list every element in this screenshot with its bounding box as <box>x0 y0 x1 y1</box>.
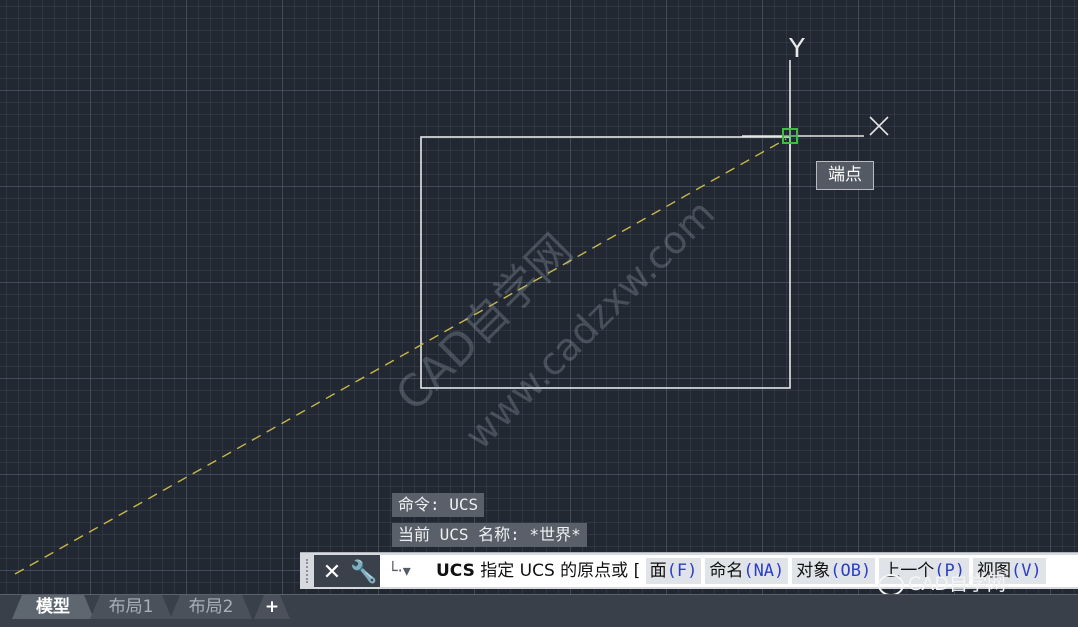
osnap-tooltip: 端点 <box>816 161 874 190</box>
logo-text: CAD自学网 <box>908 573 1006 595</box>
axis-y-label: Y <box>789 34 805 64</box>
close-icon[interactable]: ✕ <box>318 559 346 587</box>
layout-tab[interactable]: 模型 <box>12 595 94 619</box>
layout-tab[interactable]: 布局1 <box>90 595 172 619</box>
add-layout-button[interactable]: + <box>254 595 290 619</box>
endpoint-snap-marker <box>782 128 798 144</box>
rectangle-object[interactable] <box>420 136 791 389</box>
recent-commands-icon[interactable]: └·▾ <box>388 559 424 583</box>
prompt-text: 指定 UCS 的原点或 [ <box>480 561 641 581</box>
command-option[interactable]: 对象(OB) <box>792 558 876 584</box>
prompt-command: UCS <box>436 561 475 581</box>
command-option[interactable]: 命名(NA) <box>705 558 789 584</box>
chat-bubble-icon <box>878 573 904 596</box>
command-line-tools: ✕ 🔧 <box>314 555 380 587</box>
drag-handle[interactable] <box>306 559 312 583</box>
command-option-label: 面 <box>649 561 667 581</box>
drawing-geometry <box>14 60 889 575</box>
command-option-key: (F) <box>666 561 698 581</box>
command-option-key: (NA) <box>743 561 785 581</box>
command-option-label: 对象 <box>796 561 831 581</box>
command-history-line: 命令: UCS <box>392 493 485 517</box>
command-option[interactable]: 面(F) <box>645 558 702 584</box>
cursor-crosshair <box>869 116 889 136</box>
layout-tab[interactable]: 布局2 <box>170 595 252 619</box>
command-history-line: 当前 UCS 名称: *世界* <box>392 523 587 547</box>
layout-tabs-bar: 模型 布局1 布局2 + <box>0 594 1078 627</box>
command-option-key: (V) <box>1010 561 1042 581</box>
wrench-icon[interactable]: 🔧 <box>350 559 378 587</box>
command-option-key: (OB) <box>830 561 872 581</box>
command-option-label: 命名 <box>709 561 744 581</box>
